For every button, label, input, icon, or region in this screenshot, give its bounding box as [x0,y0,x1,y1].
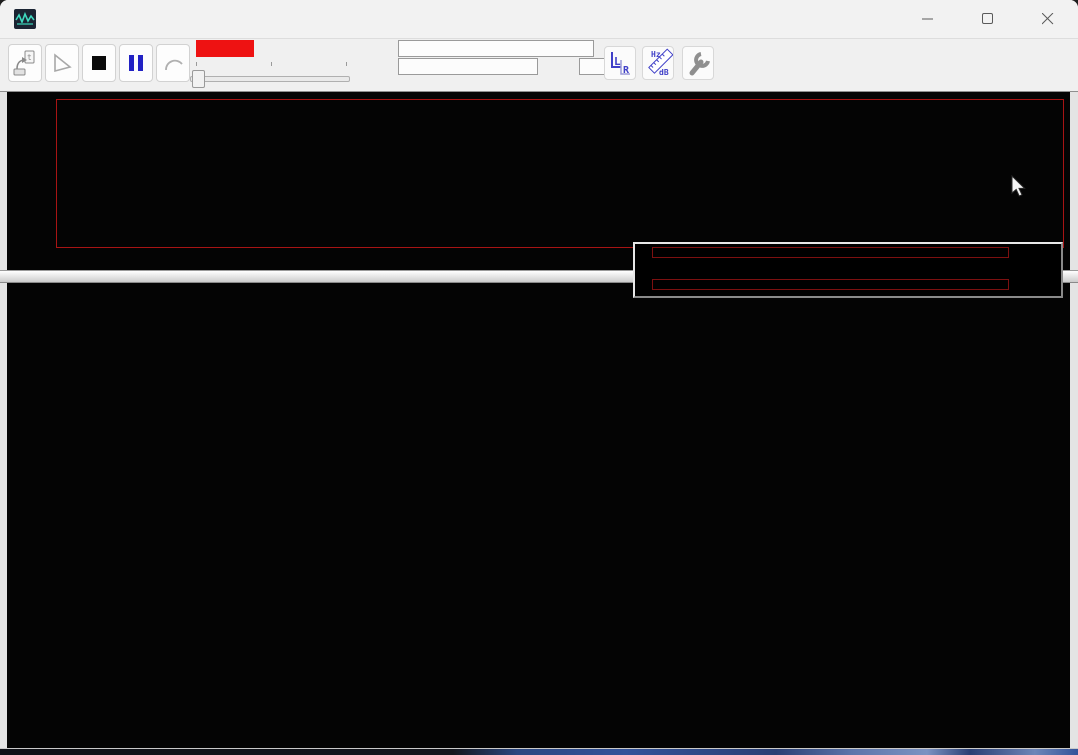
level-meter [633,242,1063,298]
record-input-icon: t [12,49,38,77]
rec-in-status-badge [196,40,254,57]
slider-tick [196,62,197,66]
lr-display-button[interactable]: L R [604,46,636,80]
transport-loop-button[interactable] [156,44,190,82]
pause-icon [123,50,149,76]
spectrum-panel [0,283,1078,748]
transport-stop-button[interactable] [82,44,116,82]
slider-tick [271,62,272,66]
client-area [0,92,1078,748]
svg-text:R: R [623,65,630,76]
titlebar[interactable] [0,0,1078,38]
wrench-icon [684,48,712,78]
settings-button[interactable] [682,46,714,80]
slider-thumb[interactable] [192,70,205,88]
stop-icon [86,50,112,76]
play-flag-icon [49,50,75,76]
wavespectra-window: t [0,0,1078,755]
svg-text:dB: dB [659,68,669,77]
window-controls [898,0,1078,38]
slider-track[interactable] [190,76,350,82]
transport-play-button[interactable] [45,44,79,82]
maximize-button[interactable] [958,0,1018,38]
spectrum-plot [0,283,1078,748]
meter-right-bar [652,279,1009,290]
minimize-button[interactable] [898,0,958,38]
hz-db-ruler-icon: Hz dB [643,48,673,78]
hz-db-scale-button[interactable]: Hz dB [642,46,674,80]
fft-settings-field [398,58,538,75]
desktop: t [0,0,1078,755]
meter-left-bar [652,247,1009,258]
wave-format-field [398,40,594,57]
svg-text:Hz: Hz [651,50,661,59]
position-slider[interactable] [190,70,350,86]
transport-pause-button[interactable] [119,44,153,82]
loop-arc-icon [160,50,186,76]
close-button[interactable] [1018,0,1078,38]
taskbar-strip [0,748,1078,755]
svg-text:t: t [27,53,32,62]
slider-tick [346,62,347,66]
app-icon [14,8,36,30]
transport-record-input-button[interactable]: t [8,44,42,82]
toolbar: t [0,38,1078,92]
waveform-plot [57,100,1063,247]
svg-text:L: L [614,55,621,68]
lr-channels-icon: L R [606,48,634,78]
